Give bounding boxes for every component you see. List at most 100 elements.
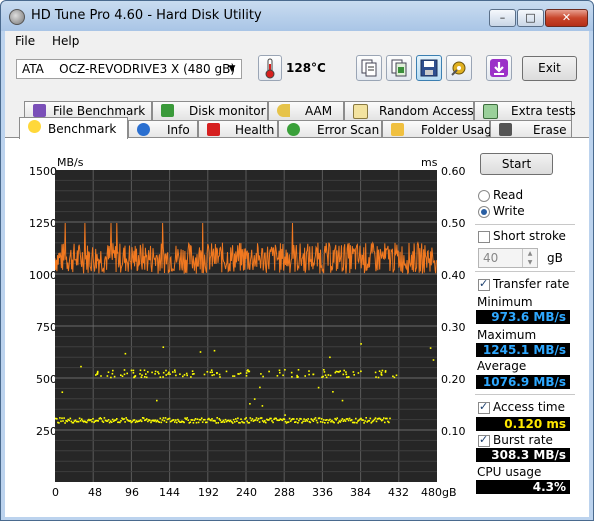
stroke-unit: gB bbox=[547, 251, 563, 265]
access-time-point bbox=[307, 418, 309, 420]
access-time-point bbox=[215, 422, 217, 424]
access-time-point bbox=[329, 374, 332, 377]
download-button[interactable] bbox=[486, 55, 512, 81]
access-time-checkbox[interactable] bbox=[478, 400, 490, 414]
spin-down-icon[interactable]: ▼ bbox=[522, 258, 537, 267]
menu-help[interactable]: Help bbox=[52, 34, 79, 48]
read-label[interactable]: Read bbox=[493, 188, 523, 202]
read-radio[interactable] bbox=[478, 190, 490, 202]
start-button[interactable]: Start bbox=[480, 153, 553, 175]
access-time-point bbox=[174, 369, 176, 371]
tab-benchmark[interactable]: Benchmark bbox=[19, 117, 128, 139]
access-time-point bbox=[237, 373, 239, 375]
tab-label: Disk monitor bbox=[189, 104, 266, 118]
access-time-point bbox=[80, 365, 82, 368]
copy-screenshot-button[interactable] bbox=[386, 55, 412, 81]
transfer-rate-checkbox[interactable] bbox=[478, 277, 490, 291]
access-time-point bbox=[386, 417, 388, 420]
access-time-label[interactable]: Access time bbox=[493, 400, 565, 414]
tab-aam[interactable]: AAM bbox=[268, 101, 344, 120]
access-time-point bbox=[133, 419, 136, 421]
tab-random-access[interactable]: Random Access bbox=[344, 101, 474, 120]
burst-rate-label[interactable]: Burst rate bbox=[493, 433, 553, 447]
access-time-point bbox=[72, 421, 75, 424]
access-time-point bbox=[243, 421, 245, 424]
tab-disk-monitor[interactable]: Disk monitor bbox=[152, 101, 268, 120]
access-time-point bbox=[346, 418, 349, 420]
access-time-point bbox=[293, 418, 295, 420]
write-radio[interactable] bbox=[478, 206, 490, 218]
burst-rate-checkbox[interactable] bbox=[478, 433, 490, 447]
access-time-point bbox=[107, 419, 110, 421]
tab-strip: File Benchmark Disk monitor AAM Random A… bbox=[5, 89, 589, 139]
access-time-point bbox=[249, 417, 252, 419]
maximize-button[interactable]: □ bbox=[517, 9, 544, 27]
access-time-point bbox=[77, 420, 80, 423]
access-time-point bbox=[323, 371, 326, 373]
tab-label: Benchmark bbox=[48, 122, 117, 136]
access-time-point bbox=[251, 418, 254, 420]
drive-select-value: ATA OCZ-REVODRIVE3 X (480 gB) bbox=[22, 62, 235, 76]
access-time-point bbox=[218, 418, 221, 420]
options-button[interactable] bbox=[446, 55, 472, 81]
close-button[interactable]: ✕ bbox=[545, 9, 588, 27]
minimum-label: Minimum bbox=[477, 295, 533, 309]
app-window: HD Tune Pro 4.60 - Hard Disk Utility – □… bbox=[0, 0, 594, 521]
chevron-down-icon[interactable]: ▼ bbox=[223, 60, 241, 78]
thermometer-button[interactable] bbox=[258, 55, 282, 81]
access-time-point bbox=[374, 417, 377, 419]
access-time-point bbox=[314, 417, 317, 419]
short-stroke-spinner[interactable]: 40 ▲ ▼ bbox=[478, 248, 538, 268]
access-time-point bbox=[150, 421, 152, 424]
transfer-rate-label[interactable]: Transfer rate bbox=[493, 277, 569, 291]
access-time-point bbox=[329, 418, 331, 421]
access-time-point bbox=[308, 370, 310, 372]
maximize-icon: □ bbox=[525, 11, 536, 24]
minimize-button[interactable]: – bbox=[489, 9, 516, 27]
x-tick: 336 bbox=[312, 486, 333, 499]
access-time-point bbox=[309, 421, 312, 424]
access-time-point bbox=[111, 418, 114, 421]
y-tick: 1500 bbox=[29, 165, 57, 178]
access-time-point bbox=[158, 421, 161, 423]
access-time-point bbox=[197, 421, 200, 424]
access-time-point bbox=[163, 419, 166, 422]
access-time-point bbox=[154, 419, 156, 421]
access-time-point bbox=[168, 371, 170, 374]
menu-bar: File Help bbox=[5, 31, 589, 51]
access-time-point bbox=[189, 421, 192, 423]
copy-text-button[interactable] bbox=[356, 55, 382, 81]
burst-rate-value: 308.3 MB/s bbox=[476, 448, 570, 462]
access-time-point bbox=[179, 373, 181, 375]
maximum-label: Maximum bbox=[477, 328, 537, 342]
save-button[interactable] bbox=[416, 55, 442, 81]
menu-file[interactable]: File bbox=[15, 34, 35, 48]
tab-extra-tests[interactable]: Extra tests bbox=[474, 101, 576, 120]
access-time-point bbox=[288, 417, 291, 420]
access-time-point bbox=[214, 420, 216, 422]
access-time-point bbox=[162, 371, 165, 374]
access-time-point bbox=[217, 422, 219, 424]
access-time-point bbox=[290, 371, 293, 374]
spin-up-icon[interactable]: ▲ bbox=[522, 249, 537, 258]
exit-button[interactable]: Exit bbox=[522, 56, 577, 81]
access-time-point bbox=[260, 373, 262, 375]
short-stroke-checkbox[interactable] bbox=[478, 231, 490, 243]
access-time-point bbox=[339, 421, 342, 423]
access-time-point bbox=[245, 375, 248, 377]
access-time-point bbox=[211, 371, 213, 373]
short-stroke-label[interactable]: Short stroke bbox=[493, 229, 566, 243]
access-time-point bbox=[245, 372, 248, 374]
access-time-point bbox=[185, 418, 187, 421]
access-time-point bbox=[199, 351, 202, 353]
tab-label: Health bbox=[235, 123, 275, 137]
average-label: Average bbox=[477, 359, 527, 373]
access-time-point bbox=[176, 421, 178, 424]
write-label[interactable]: Write bbox=[493, 204, 525, 218]
access-time-point bbox=[340, 419, 343, 422]
title-bar[interactable]: HD Tune Pro 4.60 - Hard Disk Utility – □… bbox=[1, 1, 593, 31]
drive-select[interactable]: ATA OCZ-REVODRIVE3 X (480 gB) ▼ bbox=[16, 59, 242, 79]
access-time-point bbox=[395, 374, 398, 377]
access-time-point bbox=[258, 421, 261, 423]
access-time-point bbox=[348, 417, 351, 420]
